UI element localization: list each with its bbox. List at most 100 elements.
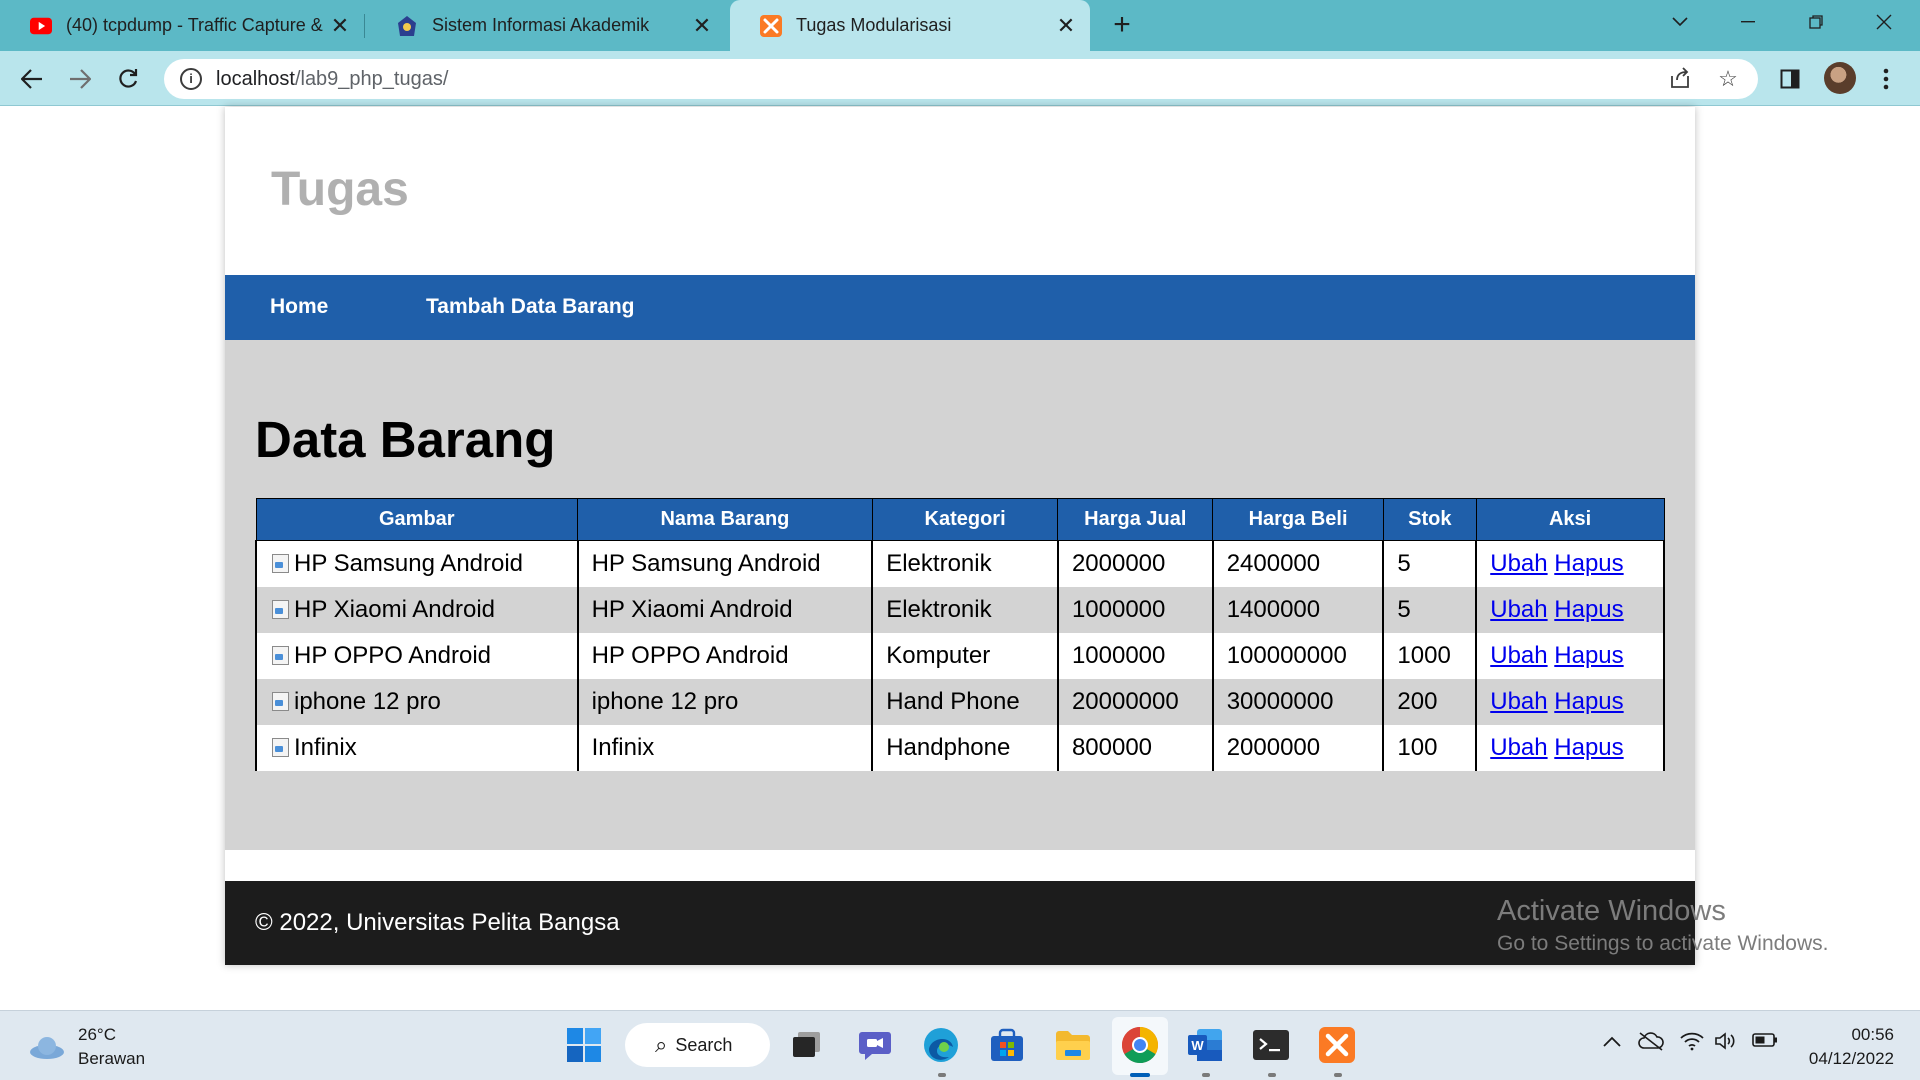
tab-separator [364,14,365,38]
wifi-icon[interactable] [1680,1031,1704,1057]
hapus-link[interactable]: Hapus [1554,688,1623,715]
tab-tcpdump[interactable]: (40) tcpdump - Traffic Capture & ✕ [0,0,364,51]
ubah-link[interactable]: Ubah [1490,688,1547,715]
restore-icon[interactable] [1788,0,1844,44]
broken-image-icon [270,736,294,758]
running-indicator [1202,1073,1210,1077]
running-indicator [1334,1073,1342,1077]
harga-jual-cell: 800000 [1056,724,1214,771]
teams-chat-icon[interactable] [856,1026,894,1064]
column-header: Harga Jual [1057,498,1214,541]
share-icon[interactable] [1668,67,1692,91]
show-hidden-icons-chevron-icon[interactable] [1603,1031,1621,1054]
nav-tambah-data-link[interactable]: Tambah Data Barang [426,295,635,319]
image-alt-text: HP OPPO Android [294,641,491,669]
profile-avatar[interactable] [1824,62,1856,94]
ubah-link[interactable]: Ubah [1490,734,1547,761]
svg-text:W: W [1191,1038,1204,1053]
onedrive-offline-icon[interactable] [1638,1031,1664,1057]
system-clock[interactable]: 00:56 04/12/2022 [1794,1023,1894,1071]
column-header: Stok [1382,498,1477,541]
forward-arrow-icon[interactable] [62,61,98,97]
kategori-cell: Elektronik [871,586,1059,633]
table-row: HP Xiaomi Android HP Xiaomi Android Elek… [255,586,1665,633]
edge-browser-icon[interactable] [922,1026,960,1064]
column-header: Nama Barang [577,498,873,541]
close-tab-icon[interactable]: ✕ [690,13,714,38]
chrome-browser-icon[interactable] [1121,1026,1159,1064]
address-bar[interactable]: i localhost/lab9_php_tugas/ ☆ [164,59,1758,99]
hapus-link[interactable]: Hapus [1554,596,1623,623]
broken-image-icon [270,552,294,574]
broken-image-icon [270,598,294,620]
search-label: Search [675,1034,733,1055]
gambar-cell: Infinix [255,724,579,771]
aksi-cell: Ubah Hapus [1475,632,1665,679]
harga-jual-cell: 2000000 [1056,540,1214,587]
hapus-link[interactable]: Hapus [1554,734,1623,761]
hapus-link[interactable]: Hapus [1554,550,1623,577]
harga-jual-cell: 1000000 [1056,586,1214,633]
new-tab-icon[interactable]: + [1106,10,1138,42]
hapus-link[interactable]: Hapus [1554,642,1623,669]
bookmark-star-icon[interactable]: ☆ [1716,67,1740,91]
image-alt-text: Infinix [294,733,357,761]
battery-icon[interactable] [1752,1031,1778,1054]
campus-logo-icon [396,15,418,37]
weather-widget[interactable]: 26°C Berawan [28,1023,145,1071]
image-alt-text: iphone 12 pro [294,687,441,715]
cloud-icon [28,1035,66,1059]
nama-cell: Infinix [576,724,874,771]
stok-cell: 1000 [1382,632,1478,679]
close-window-icon[interactable] [1856,0,1912,44]
table-row: HP Samsung Android HP Samsung Android El… [255,540,1665,587]
back-arrow-icon[interactable] [14,61,50,97]
main-content: Data Barang Gambar Nama Barang Kategori … [225,340,1695,850]
nav-home-link[interactable]: Home [270,295,328,319]
weather-temp: 26°C [78,1025,116,1044]
harga-jual-cell: 20000000 [1056,678,1214,725]
ubah-link[interactable]: Ubah [1490,642,1547,669]
watermark-subtitle: Go to Settings to activate Windows. [1497,932,1829,955]
word-icon[interactable]: W [1186,1026,1224,1064]
tab-tugas-modularisasi[interactable]: Tugas Modularisasi ✕ [730,0,1090,51]
reload-icon[interactable] [110,61,146,97]
side-panel-icon[interactable] [1772,61,1808,97]
close-tab-icon[interactable]: ✕ [328,13,352,38]
close-tab-icon[interactable]: ✕ [1054,13,1078,38]
stok-cell: 100 [1382,724,1478,771]
taskbar-search[interactable]: ⌕ Search [625,1023,770,1067]
tab-search-chevron-icon[interactable] [1652,0,1708,44]
aksi-cell: Ubah Hapus [1475,724,1665,771]
gambar-cell: iphone 12 pro [255,678,579,725]
menu-kebab-icon[interactable] [1868,61,1904,97]
stok-cell: 200 [1382,678,1478,725]
xampp-control-icon[interactable] [1318,1026,1356,1064]
site-footer: © 2022, Universitas Pelita Bangsa [225,881,1695,965]
harga-jual-cell: 1000000 [1056,632,1214,679]
column-header: Harga Beli [1212,498,1384,541]
start-windows-icon[interactable] [565,1026,603,1064]
ubah-link[interactable]: Ubah [1490,596,1547,623]
site-title: Tugas [271,163,409,216]
column-header: Kategori [871,498,1059,541]
volume-icon[interactable] [1714,1031,1738,1057]
site-info-icon[interactable]: i [180,68,202,90]
site-header: Tugas [225,107,1695,275]
task-view-icon[interactable] [788,1026,826,1064]
file-explorer-icon[interactable] [1054,1026,1092,1064]
tab-sistem-informasi[interactable]: Sistem Informasi Akademik ✕ [366,0,726,51]
ubah-link[interactable]: Ubah [1490,550,1547,577]
windows-taskbar: 26°C Berawan ⌕ Search W 00:56 04/12/2022 [0,1010,1920,1080]
gambar-cell: HP Xiaomi Android [255,586,579,633]
minimize-icon[interactable] [1720,0,1776,44]
footer-copyright: © 2022, Universitas Pelita Bangsa [255,909,620,936]
aksi-cell: Ubah Hapus [1475,540,1665,587]
page-heading: Data Barang [255,411,556,468]
tab-title: Sistem Informasi Akademik [432,15,650,35]
url-host: localhost [216,67,295,90]
search-icon: ⌕ [655,1032,668,1057]
kategori-cell: Komputer [871,632,1059,679]
microsoft-store-icon[interactable] [988,1026,1026,1064]
terminal-icon[interactable] [1252,1026,1290,1064]
